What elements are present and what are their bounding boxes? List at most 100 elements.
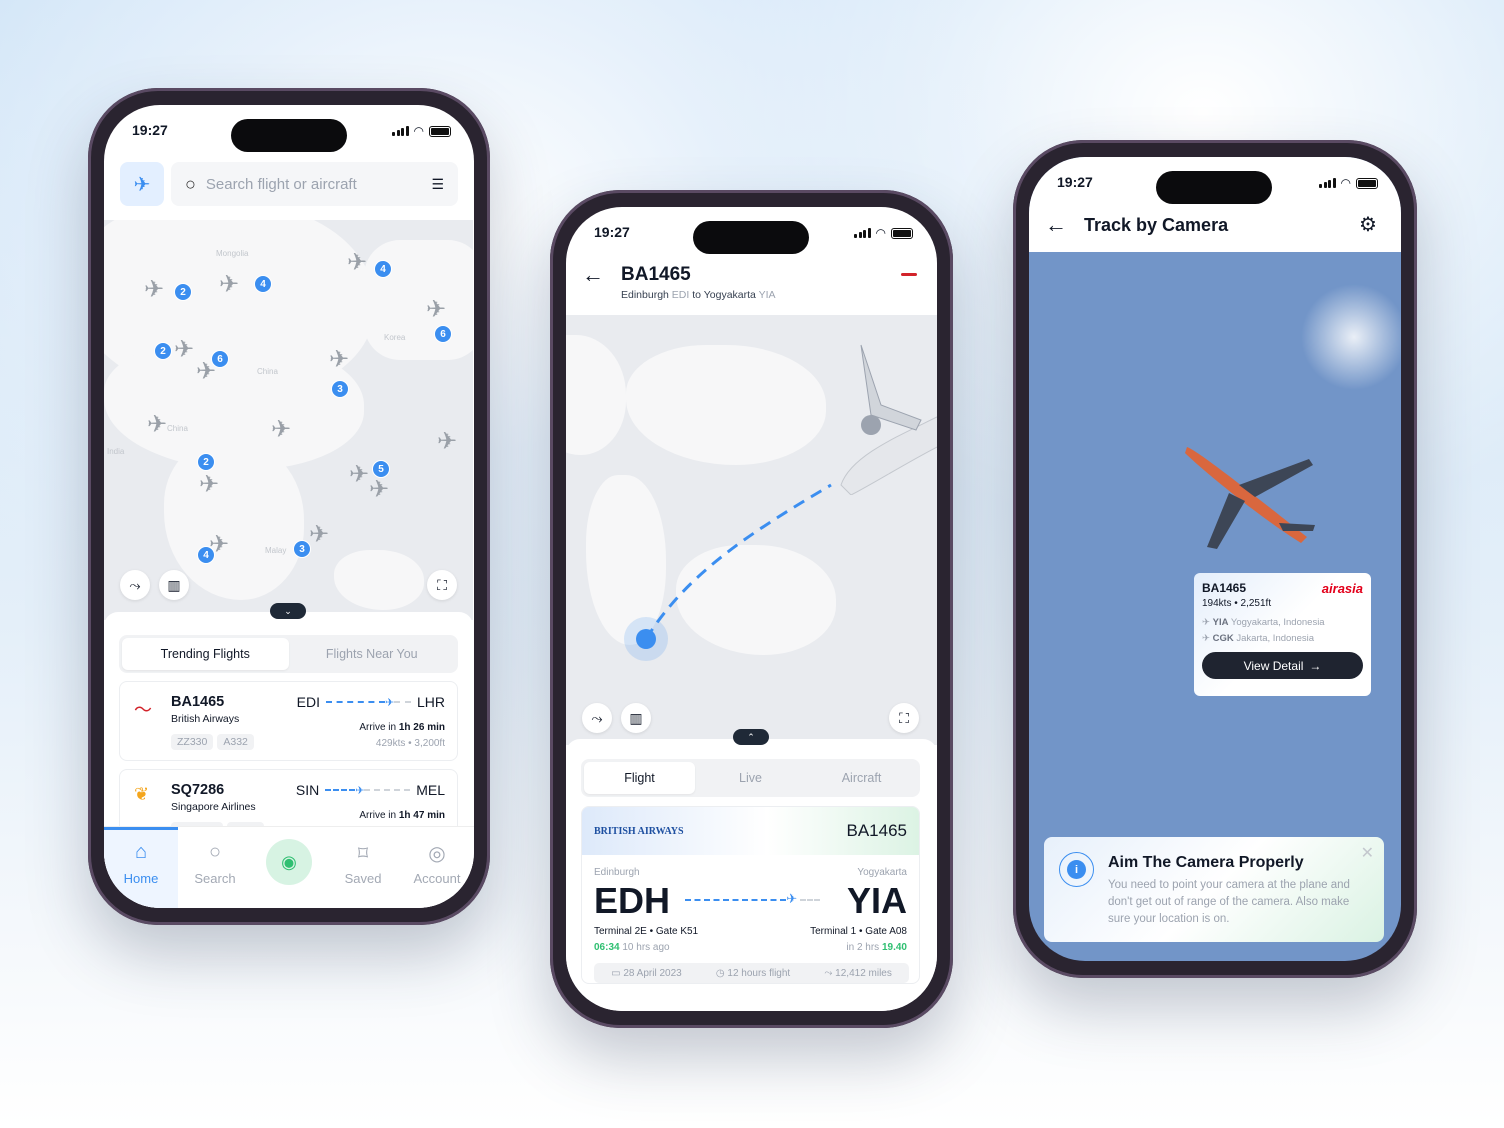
alert-body: You need to point your camera at the pla… bbox=[1108, 879, 1350, 925]
airplane-marker[interactable]: ✈ bbox=[199, 470, 219, 499]
airplane-marker[interactable]: ✈ bbox=[349, 460, 369, 489]
nav-saved[interactable]: ⌑ Saved bbox=[326, 827, 400, 908]
clock-icon: ◷ bbox=[715, 967, 725, 979]
tag: ZZ330 bbox=[171, 734, 214, 750]
airplane-marker[interactable]: ✈ bbox=[271, 415, 291, 444]
back-arrow-icon[interactable]: ← bbox=[1045, 212, 1067, 238]
route-subtitle: Edinburgh EDI to Yogyakarta YIA bbox=[621, 289, 776, 301]
cluster-badge[interactable]: 2 bbox=[197, 453, 215, 471]
arrow-right-icon: → bbox=[1309, 658, 1322, 673]
battery-icon bbox=[1355, 177, 1378, 189]
destination-code: YIA bbox=[846, 880, 907, 921]
departure-airport: ✈ YIA Yogyakarta, Indonesia bbox=[1202, 617, 1325, 628]
wifi-icon: ◠ bbox=[413, 124, 424, 138]
map-label: China bbox=[167, 424, 188, 433]
flight-tabs: Trending Flights Flights Near You bbox=[119, 635, 458, 673]
airline-name: British Airways bbox=[171, 713, 240, 725]
cluster-badge[interactable]: 6 bbox=[434, 325, 452, 343]
airplane-marker[interactable]: ✈ bbox=[174, 335, 194, 364]
airplane-marker[interactable]: ✈ bbox=[437, 427, 457, 456]
view-detail-button[interactable]: View Detail → bbox=[1202, 652, 1363, 679]
collapse-handle[interactable]: ⌄ bbox=[270, 603, 306, 619]
airplane-marker[interactable]: ✈ bbox=[347, 248, 367, 277]
detail-tabs: Flight Live Aircraft bbox=[581, 759, 920, 797]
home-screen: 19:27 ◠ ✈ ○ Search flight or aircraft ☰ … bbox=[104, 105, 474, 908]
route-map[interactable]: ⤳ ▥ ⛶ bbox=[566, 315, 937, 745]
camera-alert: i Aim The Camera Properly You need to po… bbox=[1044, 837, 1384, 942]
map-label: Malay bbox=[265, 546, 287, 555]
signal-icon bbox=[392, 126, 409, 136]
camera-icon: ◉ bbox=[266, 839, 312, 885]
map-layers-button[interactable]: ▥ bbox=[159, 570, 189, 600]
status-time: 19:27 bbox=[594, 224, 630, 240]
airplane-marker[interactable]: ✈ bbox=[147, 410, 167, 439]
cluster-badge[interactable]: 3 bbox=[293, 540, 311, 558]
route-button[interactable]: ⤳ bbox=[582, 703, 612, 733]
nav-camera[interactable]: ◉ bbox=[252, 827, 326, 908]
fullscreen-button[interactable]: ⛶ bbox=[427, 570, 457, 600]
expand-icon: ⛶ bbox=[899, 709, 909, 726]
flight-route: SIN ✈ MEL bbox=[295, 782, 445, 798]
british-airways-logo bbox=[901, 273, 917, 276]
page-title: BA1465 bbox=[621, 264, 691, 285]
flight-progress: ✈ bbox=[685, 891, 820, 906]
route-button[interactable]: ⤳ bbox=[120, 570, 150, 600]
nav-search[interactable]: ○ Search bbox=[178, 827, 252, 908]
flight-stats: 194kts • 2,251ft bbox=[1202, 598, 1272, 609]
close-icon[interactable]: ✕ bbox=[1361, 843, 1374, 863]
airplane-marker[interactable]: ✈ bbox=[329, 345, 349, 374]
info-icon: i bbox=[1059, 852, 1094, 887]
status-time: 19:27 bbox=[132, 122, 168, 138]
back-arrow-icon[interactable]: ← bbox=[582, 262, 604, 288]
expand-handle[interactable]: ⌃ bbox=[733, 729, 769, 745]
cluster-badge[interactable]: 5 bbox=[372, 460, 390, 478]
airplane-marker[interactable]: ✈ bbox=[369, 475, 389, 504]
cluster-badge[interactable]: 4 bbox=[254, 275, 272, 293]
airline-logo: 〜 bbox=[134, 700, 152, 720]
fullscreen-button[interactable]: ⛶ bbox=[889, 703, 919, 733]
arrival-eta: Arrive in 1h 26 min bbox=[359, 722, 445, 733]
map-layers-button[interactable]: ▥ bbox=[621, 703, 651, 733]
cluster-badge[interactable]: 2 bbox=[154, 342, 172, 360]
airplane-icon: ✈ bbox=[786, 891, 798, 906]
cluster-badge[interactable]: 2 bbox=[174, 283, 192, 301]
sliders-icon[interactable]: ☰ bbox=[431, 176, 444, 193]
signal-icon bbox=[854, 228, 871, 238]
landing-icon: ✈ bbox=[1202, 633, 1210, 644]
flight-map[interactable]: Mongolia China Korea China India Malay ⤳… bbox=[104, 220, 473, 620]
flight-code: BA1465 bbox=[1202, 581, 1247, 595]
flight-stats: 429kts • 3,200ft bbox=[375, 738, 445, 749]
tab-flight[interactable]: Flight bbox=[584, 762, 695, 794]
airplane-marker[interactable]: ✈ bbox=[219, 270, 239, 299]
airplane-departure-icon[interactable]: ✈ bbox=[120, 162, 164, 206]
airplane-marker[interactable]: ✈ bbox=[426, 295, 446, 324]
dynamic-island bbox=[1156, 171, 1272, 204]
airplane-marker[interactable]: ✈ bbox=[144, 275, 164, 304]
tab-aircraft[interactable]: Aircraft bbox=[806, 762, 917, 794]
tab-trending-flights[interactable]: Trending Flights bbox=[122, 638, 289, 670]
cluster-badge[interactable]: 4 bbox=[197, 546, 215, 564]
cluster-badge[interactable]: 6 bbox=[211, 350, 229, 368]
nav-account[interactable]: ◎ Account bbox=[400, 827, 474, 908]
flight-tags: ZZ330 A332 bbox=[171, 732, 258, 750]
airplane-marker[interactable]: ✈ bbox=[309, 520, 329, 549]
route-icon: ⤳ bbox=[129, 576, 141, 593]
cloud bbox=[1299, 277, 1401, 397]
phone-home: 19:27 ◠ ✈ ○ Search flight or aircraft ☰ … bbox=[88, 88, 490, 925]
status-icons: ◠ bbox=[854, 226, 913, 240]
flight-card[interactable]: 〜 BA1465 British Airways ZZ330 A332 EDI ✈ L… bbox=[119, 681, 458, 761]
nav-home[interactable]: ⌂ Home bbox=[104, 827, 178, 908]
cluster-badge[interactable]: 4 bbox=[374, 260, 392, 278]
arrival-time: in 2 hrs 19.40 bbox=[846, 942, 907, 953]
search-input[interactable]: ○ Search flight or aircraft ☰ bbox=[171, 162, 458, 206]
flight-info-card: BA1465 airasia 194kts • 2,251ft ✈ YIA Yog… bbox=[1194, 573, 1371, 696]
tab-flights-near-you[interactable]: Flights Near You bbox=[289, 638, 456, 670]
nav-label: Home bbox=[123, 871, 159, 886]
status-time: 19:27 bbox=[1057, 174, 1093, 190]
british-airways-logo: BRITISH AIRWAYS bbox=[594, 825, 684, 837]
airplane-icon: ✈ bbox=[355, 784, 365, 797]
gear-icon[interactable]: ⚙ bbox=[1359, 212, 1377, 237]
camera-screen: 19:27 ◠ ← Track by Camera ⚙ BA1465 airasi… bbox=[1029, 157, 1401, 961]
cluster-badge[interactable]: 3 bbox=[331, 380, 349, 398]
tab-live[interactable]: Live bbox=[695, 762, 806, 794]
